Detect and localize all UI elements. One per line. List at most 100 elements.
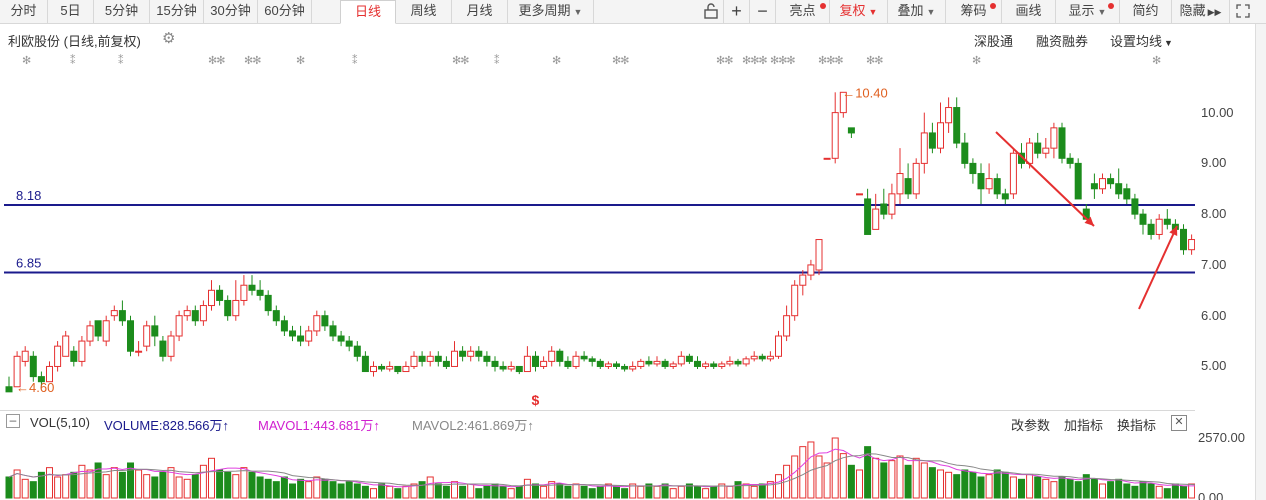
tab-15min[interactable]: 15分钟 bbox=[150, 0, 204, 24]
event-marker-icon[interactable]: ✻✻ bbox=[452, 54, 469, 67]
add-indicator-button[interactable]: 加指标 bbox=[1064, 415, 1103, 434]
tab-more-periods-label: 更多周期 bbox=[518, 3, 571, 18]
candle bbox=[102, 315, 110, 347]
tab-monthly[interactable]: 月线 bbox=[452, 0, 508, 24]
overlay-button[interactable]: 叠加 ▼ bbox=[888, 0, 946, 24]
event-marker-icon[interactable]: ✻ bbox=[552, 54, 561, 67]
event-marker-icon[interactable]: ✻ bbox=[296, 54, 305, 67]
event-marker-icon[interactable]: ✻✻ bbox=[866, 54, 883, 67]
tab-5day[interactable]: 5日 bbox=[48, 0, 94, 24]
display-button[interactable]: 显示 ▼ bbox=[1056, 0, 1120, 24]
candle bbox=[29, 351, 37, 382]
candle-body bbox=[94, 320, 102, 337]
volume-bar bbox=[702, 488, 710, 499]
volume-bar bbox=[694, 485, 701, 499]
volume-bar bbox=[961, 469, 969, 499]
candle-body bbox=[588, 358, 596, 362]
event-marker-icon[interactable]: ⁑ bbox=[352, 54, 357, 67]
volume-bar bbox=[467, 483, 475, 499]
candle-body bbox=[920, 132, 928, 164]
close-icon[interactable]: ✕ bbox=[1171, 415, 1187, 431]
volume-bar bbox=[1180, 485, 1187, 499]
volume-bar bbox=[54, 476, 62, 499]
candle bbox=[661, 358, 669, 369]
candle-body bbox=[613, 363, 620, 367]
candle-body bbox=[499, 365, 507, 370]
candle bbox=[1115, 168, 1123, 199]
link-shenzhen-connect[interactable]: 深股通 bbox=[974, 31, 1013, 50]
event-marker-icon[interactable]: ✻ bbox=[1152, 54, 1161, 67]
volume-bar bbox=[1147, 483, 1155, 499]
highlights-button[interactable]: 亮点 bbox=[776, 0, 830, 24]
event-marker-icon[interactable]: ✻✻✻ bbox=[742, 54, 768, 67]
candle-body bbox=[580, 355, 588, 360]
volume-bar bbox=[216, 469, 224, 499]
notification-dot bbox=[990, 3, 996, 9]
volume-bar bbox=[880, 462, 888, 499]
tab-weekly[interactable]: 周线 bbox=[396, 0, 452, 24]
hide-button[interactable]: 隐藏 ▶▶ bbox=[1172, 0, 1230, 24]
zoom-out-button[interactable]: − bbox=[750, 0, 776, 24]
candle bbox=[856, 193, 863, 196]
draw-line-button[interactable]: 画线 bbox=[1002, 0, 1056, 24]
candle bbox=[62, 330, 70, 357]
volume-bar bbox=[888, 460, 896, 499]
chips-button[interactable]: 筹码 bbox=[946, 0, 1002, 24]
event-marker-icon[interactable]: ✻ bbox=[972, 54, 981, 67]
event-marker-icon[interactable]: ✻✻ bbox=[208, 54, 225, 67]
volume-bar bbox=[507, 488, 515, 499]
candle bbox=[993, 173, 1001, 199]
candle bbox=[1090, 173, 1098, 199]
volume-bar bbox=[847, 464, 855, 499]
simple-button[interactable]: 简约 bbox=[1120, 0, 1172, 24]
candle bbox=[1131, 193, 1139, 220]
tab-30min[interactable]: 30分钟 bbox=[204, 0, 258, 24]
kline-chart[interactable]: ✻ ⁑ ⁑ ✻✻ ✻✻ ✻ ⁑ ✻✻ ⁑ ✻ ✻✻ ✻✻ ✻✻✻ ✻✻✻ ✻✻✻ ✻✻ ✻ ✻ 8.18 6.85 ←… bbox=[0, 52, 1266, 408]
event-marker-icon[interactable]: ✻✻ bbox=[716, 54, 733, 67]
candle bbox=[653, 356, 661, 367]
event-marker-icon[interactable]: ✻✻ bbox=[612, 54, 629, 67]
unlock-button[interactable] bbox=[698, 0, 724, 24]
candle-body bbox=[1034, 142, 1042, 154]
volume-bar bbox=[264, 478, 272, 499]
settings-gear-icon[interactable]: ⚙ bbox=[162, 29, 175, 47]
candle bbox=[1099, 173, 1106, 194]
candle bbox=[5, 376, 13, 393]
volume-chart[interactable] bbox=[0, 434, 1266, 500]
tab-5min[interactable]: 5分钟 bbox=[94, 0, 150, 24]
y-tick-label: 8.00 bbox=[1201, 206, 1227, 222]
link-ma-settings[interactable]: 设置均线 ▼ bbox=[1110, 31, 1173, 50]
event-marker-icon[interactable]: ⁑ bbox=[118, 54, 123, 67]
vol-toggle-icon[interactable]: – bbox=[6, 414, 20, 428]
link-margin-trading[interactable]: 融资融券 bbox=[1036, 31, 1088, 50]
candle bbox=[904, 163, 912, 199]
candle bbox=[151, 315, 159, 347]
event-marker-icon[interactable]: ✻✻✻ bbox=[770, 54, 796, 67]
tab-daily[interactable]: 日线 bbox=[340, 0, 396, 24]
tab-60min[interactable]: 60分钟 bbox=[258, 0, 312, 24]
adjust-button[interactable]: 复权 ▼ bbox=[830, 0, 888, 24]
zoom-in-button[interactable]: + bbox=[724, 0, 750, 24]
event-marker-icon[interactable]: ✻✻✻ bbox=[818, 54, 844, 67]
volume-bar bbox=[1107, 481, 1115, 499]
event-marker-icon[interactable]: ✻ bbox=[22, 54, 31, 67]
event-marker-icon[interactable]: ⁑ bbox=[70, 54, 75, 67]
tab-fenshi[interactable]: 分时 bbox=[0, 0, 48, 24]
volume-bar bbox=[1066, 478, 1074, 499]
arrow-shaft bbox=[1138, 225, 1178, 310]
event-marker-icon[interactable]: ⁑ bbox=[494, 54, 499, 67]
candle bbox=[459, 346, 467, 362]
hide-label: 隐藏 bbox=[1179, 3, 1206, 18]
notification-dot bbox=[1108, 3, 1114, 9]
candle-body bbox=[945, 107, 953, 124]
edit-params-button[interactable]: 改参数 bbox=[1011, 415, 1050, 434]
volume-bar bbox=[734, 481, 742, 499]
candle-body bbox=[596, 360, 604, 367]
tab-more-periods[interactable]: 更多周期 ▼ bbox=[508, 0, 594, 24]
event-marker-icon[interactable]: ✻✻ bbox=[244, 54, 261, 67]
candle bbox=[515, 365, 523, 375]
fullscreen-button[interactable] bbox=[1230, 0, 1256, 24]
switch-indicator-button[interactable]: 换指标 bbox=[1117, 415, 1156, 434]
candle-body bbox=[256, 289, 264, 296]
volume-bar bbox=[329, 481, 337, 499]
